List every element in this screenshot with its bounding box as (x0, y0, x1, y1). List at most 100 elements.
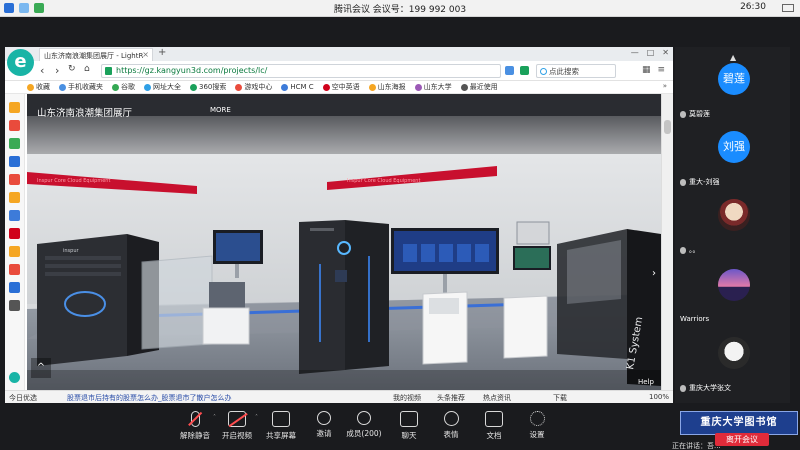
participant-tile[interactable]: 重庆大学张文 (675, 335, 790, 401)
emoji-label: 表情 (443, 430, 459, 439)
participant-avatar (718, 199, 750, 231)
share-icon[interactable] (505, 66, 514, 75)
bookmark-item[interactable]: HCM C (281, 82, 314, 92)
favorites-icon[interactable] (9, 102, 20, 113)
scrollbar-thumb[interactable] (664, 120, 671, 134)
tool-icon[interactable] (9, 282, 20, 293)
participant-tile[interactable]: 碧莲 莫碧莲 (675, 61, 790, 127)
viewer-more-button[interactable]: MORE (210, 106, 231, 114)
library-watermark: 重庆大学图书馆 (680, 411, 798, 435)
settings-label: 设置 (529, 430, 545, 439)
participants-panel: ▲ 碧莲 莫碧莲 刘强 重大-刘强。。 Warriors 重庆大学张文 (675, 47, 790, 403)
members-button[interactable]: 成员(200) (341, 411, 387, 439)
status-download[interactable]: 下载 (553, 393, 567, 403)
vertical-scrollbar[interactable] (661, 94, 673, 390)
browser-tab[interactable]: 山东济南浪潮集团展厅 - LightR × (39, 48, 153, 61)
status-news-link[interactable]: 股票退市后持有的股票怎么办_股票退市了散户怎么办 (67, 393, 232, 403)
forward-icon[interactable]: › (55, 64, 59, 77)
bookmark-item[interactable]: 山东大学 (414, 82, 452, 92)
status-picks[interactable]: 今日优选 (9, 393, 37, 403)
app-icon[interactable] (9, 156, 20, 167)
bookmark-label: 360搜索 (199, 83, 227, 91)
unmute-button[interactable]: 解除静音 ˄ (172, 411, 218, 441)
showroom-scene: Inspur Core Cloud Equipment Inspur Core … (27, 94, 661, 390)
assistant-icon[interactable] (9, 372, 20, 383)
bookmark-item[interactable]: 游戏中心 (235, 82, 272, 92)
participant-name-label: 。。 (689, 246, 700, 254)
close-window-icon[interactable]: ✕ (662, 48, 669, 57)
bookmark-label: 空中英语 (331, 83, 360, 91)
bookmark-label: 山东大学 (423, 83, 452, 91)
share-screen-label: 共享屏幕 (266, 431, 296, 440)
bookmark-item[interactable]: 最近使用 (460, 82, 498, 92)
mic-muted-icon (190, 411, 200, 427)
participant-name: 重大-刘强 (680, 177, 720, 187)
showroom-3d-viewer[interactable]: Inspur Core Cloud Equipment Inspur Core … (27, 94, 661, 390)
extensions-icon[interactable]: ▦ (642, 65, 651, 75)
bookmark-item[interactable]: 山东海报 (368, 82, 406, 92)
status-headlines[interactable]: 头条推荐 (437, 393, 465, 403)
url-input[interactable]: https://gz.kangyun3d.com/projects/lc/ (101, 64, 501, 78)
tab-close-icon[interactable]: × (142, 50, 149, 59)
browser-logo[interactable]: e (7, 49, 34, 76)
bookmark-icon (144, 83, 151, 91)
bookmark-item[interactable]: 手机收藏夹 (59, 82, 103, 92)
banner-right-text: Inspur Core Cloud Equipment (347, 178, 420, 184)
participant-tile[interactable]: 刘强重大-刘强 (675, 129, 790, 195)
weibo-icon[interactable] (9, 120, 20, 131)
search-input[interactable]: 点此搜索 (536, 64, 616, 78)
browser-status-bar: 今日优选 股票退市后持有的股票怎么办_股票退市了散户怎么办 我的视频 头条推荐 … (5, 390, 673, 403)
status-videos[interactable]: 我的视频 (393, 393, 421, 403)
camera-off-icon (228, 411, 246, 427)
taobao-icon[interactable] (9, 192, 20, 203)
maximize-icon[interactable]: □ (647, 48, 655, 57)
address-bar: ‹ › ↻ ⌂ https://gz.kangyun3d.com/project… (5, 61, 673, 81)
start-video-button[interactable]: 开启视频 ˄ (214, 411, 260, 441)
share-screen-button[interactable]: 共享屏幕 (258, 411, 304, 441)
video-icon[interactable] (9, 264, 20, 275)
jd-icon[interactable] (9, 228, 20, 239)
bookmark-item[interactable]: 收藏 (27, 82, 50, 92)
participant-tile[interactable]: Warriors (675, 267, 790, 333)
bookmark-item[interactable]: 空中英语 (322, 82, 360, 92)
status-zoom[interactable]: 100% (649, 393, 669, 401)
settings-button[interactable]: 设置 (514, 411, 560, 440)
status-hot[interactable]: 热点资讯 (483, 393, 511, 403)
bookmark-icon (368, 83, 376, 91)
viewer-help-link[interactable]: Help (638, 378, 654, 386)
back-icon[interactable]: ‹ (40, 64, 44, 77)
mail-icon[interactable] (9, 138, 20, 149)
docs-button[interactable]: 文档 (471, 411, 517, 441)
menu-icon[interactable]: ≡ (657, 65, 665, 75)
bookmarks-bar: 收藏 手机收藏夹 谷歌 网址大全 360搜索 游戏中心 HCM C 空中英语 山东海报 山东大学 最… (5, 81, 673, 94)
participant-avatar: 刘强 (718, 131, 750, 163)
participant-name: Warriors (680, 315, 709, 323)
browser-sidebar (5, 94, 25, 390)
chat-button[interactable]: 聊天 (386, 411, 432, 441)
bookmark-item[interactable]: 网址大全 (144, 82, 181, 92)
bookmark-item[interactable]: 谷歌 (112, 82, 135, 92)
minimize-icon[interactable]: — (631, 48, 639, 57)
leave-meeting-button[interactable]: 离开会议 (715, 433, 769, 446)
bookmark-item[interactable]: 360搜索 (190, 82, 226, 92)
start-video-label: 开启视频 (222, 431, 252, 440)
mic-icon (680, 246, 686, 254)
doc-icon[interactable] (9, 210, 20, 221)
rack-brand-label: inspur (63, 248, 80, 254)
game-icon[interactable] (9, 246, 20, 257)
new-tab-button[interactable]: + (158, 47, 166, 58)
viewer-home-icon[interactable]: ^ (31, 358, 51, 378)
emoji-button[interactable]: 表情 (428, 411, 474, 440)
more-icon[interactable] (9, 300, 20, 311)
bookmarks-more[interactable]: » (663, 82, 667, 90)
bookmark-icon (59, 83, 66, 91)
participant-tile[interactable]: 。。 (675, 197, 790, 263)
screen: 腾讯会议 会议号：199 992 003 26:30 山东济南浪潮集团展厅 - … (0, 0, 800, 450)
next-scene-arrow[interactable]: › (652, 268, 656, 279)
dropdown-icon[interactable] (520, 66, 529, 75)
home-icon[interactable]: ⌂ (84, 64, 90, 74)
fullscreen-icon[interactable] (782, 4, 794, 12)
shop-icon[interactable] (9, 174, 20, 185)
meeting-clock: 26:30 (740, 2, 766, 12)
reload-icon[interactable]: ↻ (68, 64, 76, 74)
